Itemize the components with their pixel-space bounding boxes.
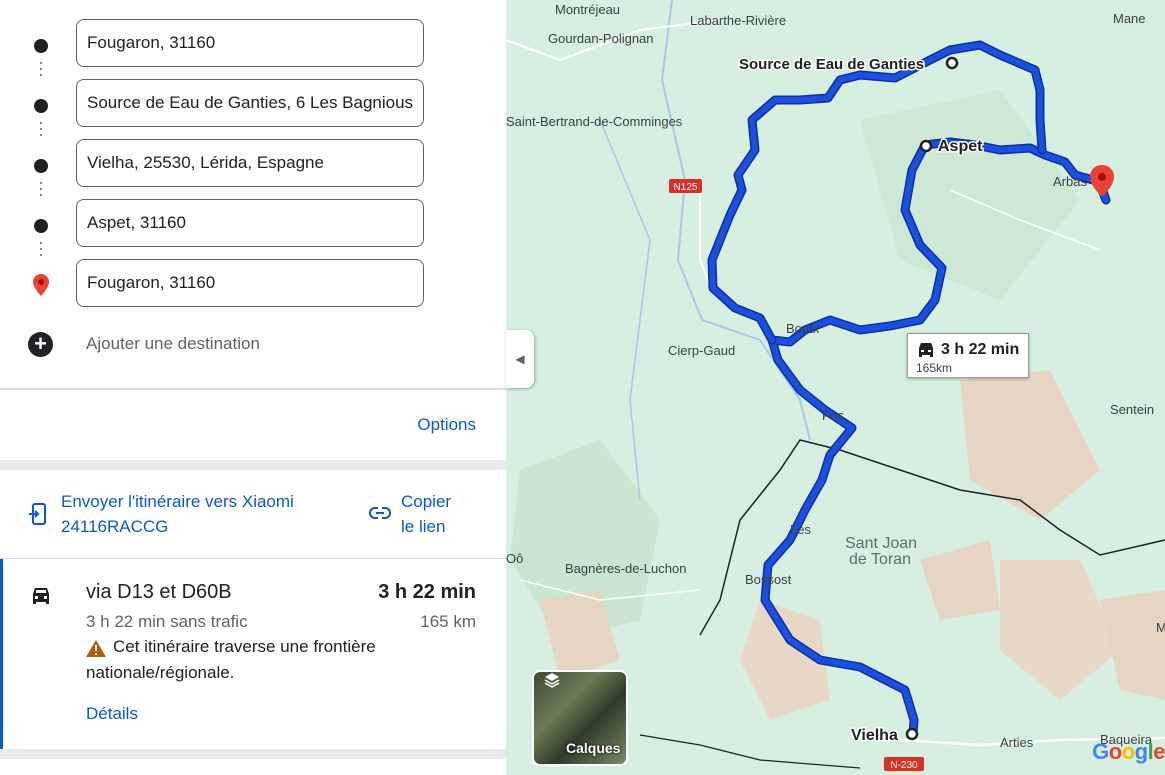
- source-stop-marker[interactable]: [945, 56, 959, 70]
- place-sant-joan-2: de Toran: [849, 551, 911, 568]
- route-distance: 165 km: [420, 612, 476, 631]
- send-line-2: 24116RACCG: [61, 517, 169, 536]
- warning-line-2: nationale/régionale.: [86, 663, 235, 682]
- car-icon: [919, 343, 933, 357]
- place-gourdan: Gourdan-Polignan: [548, 31, 654, 46]
- stop-dot-icon: [31, 36, 51, 53]
- route-no-traffic: 3 h 22 min sans trafic: [86, 612, 248, 631]
- drag-dots[interactable]: [40, 62, 42, 80]
- add-destination-label: Ajouter une destination: [86, 334, 260, 353]
- google-logo: Google: [1092, 739, 1165, 764]
- place-bagneres: Bagnères-de-Luchon: [565, 561, 686, 576]
- place-montrejeau: Montréjeau: [555, 2, 620, 17]
- send-to-phone-icon: [29, 503, 46, 525]
- divider: [0, 388, 506, 390]
- place-arbas: Arbas: [1053, 174, 1087, 189]
- stop-dot-icon: [31, 216, 51, 233]
- directions-panel: Fougaron, 31160 Source de Eau de Ganties…: [0, 0, 506, 775]
- copy-link-button[interactable]: Copier le lien: [401, 489, 451, 539]
- section-separator: [0, 460, 506, 470]
- route-option-card[interactable]: via D13 et D60B 3 h 22 min 3 h 22 min sa…: [0, 559, 506, 749]
- stop-input-4[interactable]: Aspet, 31160: [76, 199, 424, 247]
- place-vielha: Vielha: [851, 727, 898, 744]
- selected-indicator: [0, 559, 3, 749]
- place-labarthe: Labarthe-Rivière: [690, 13, 786, 28]
- destination-pin-icon: [31, 274, 51, 296]
- layers-label: Calques: [566, 740, 621, 756]
- drag-dots[interactable]: [40, 242, 42, 260]
- stop-input-2[interactable]: Source de Eau de Ganties, 6 Les Bagnious: [76, 79, 424, 127]
- stop-dot-icon: [31, 156, 51, 173]
- stop-input-1[interactable]: Fougaron, 31160: [76, 19, 424, 67]
- aspet-stop-marker[interactable]: [919, 139, 933, 153]
- place-source: Source de Eau de Ganties: [739, 56, 924, 73]
- place-m: M: [1156, 620, 1165, 635]
- map-svg: N125 N-230 Montréjeau Labarthe-Rivière M…: [506, 0, 1165, 771]
- route-via: via D13 et D60B: [86, 581, 232, 603]
- callout-duration: 3 h 22 min: [941, 341, 1020, 358]
- place-fos: Fos: [822, 408, 844, 423]
- layers-button[interactable]: Calques: [532, 670, 628, 766]
- details-link[interactable]: Détails: [86, 704, 138, 724]
- road-label-n230: N-230: [890, 760, 918, 771]
- drag-dots[interactable]: [40, 122, 42, 140]
- plus-icon: +: [28, 332, 53, 357]
- link-icon: [369, 507, 391, 519]
- road-label-n125: N125: [674, 182, 698, 193]
- place-cierp: Cierp-Gaud: [668, 343, 735, 358]
- place-sant-joan-1: Sant Joan: [845, 535, 917, 552]
- car-icon: [33, 588, 49, 604]
- place-arties: Arties: [1000, 735, 1034, 750]
- place-aspet: Aspet: [938, 138, 983, 155]
- place-sentein: Sentein: [1110, 402, 1154, 417]
- warning-icon: [86, 640, 106, 657]
- copy-line-2: le lien: [401, 517, 446, 536]
- place-saint-bertrand: Saint-Bertrand-de-Comminges: [506, 114, 683, 129]
- route-duration: 3 h 22 min: [378, 581, 476, 603]
- drag-dots[interactable]: [40, 182, 42, 200]
- route-duration-callout[interactable]: 3 h 22 min 165km: [907, 333, 1029, 378]
- send-to-phone-link[interactable]: Envoyer l'itinéraire vers Xiaomi 24116RA…: [61, 489, 294, 539]
- callout-distance: 165km: [916, 361, 953, 375]
- collapse-panel-button[interactable]: ◀: [506, 330, 534, 388]
- options-button[interactable]: Options: [417, 415, 476, 435]
- map-canvas[interactable]: N125 N-230 Montréjeau Labarthe-Rivière M…: [506, 0, 1165, 775]
- add-destination-button[interactable]: + Ajouter une destination: [28, 332, 260, 357]
- vielha-stop-marker[interactable]: [905, 727, 919, 741]
- place-oo: Oô: [506, 551, 523, 566]
- place-mane: Mane: [1113, 11, 1146, 26]
- destination-pin-icon[interactable]: [1090, 165, 1114, 197]
- send-line-1: Envoyer l'itinéraire vers Xiaomi: [61, 492, 294, 511]
- place-les: Les: [790, 522, 811, 537]
- stop-input-5[interactable]: Fougaron, 31160: [76, 259, 424, 307]
- place-bossost: Bossost: [745, 572, 792, 587]
- share-row: Envoyer l'itinéraire vers Xiaomi 24116RA…: [0, 470, 506, 558]
- warning-line-1: Cet itinéraire traverse une frontière: [113, 637, 376, 656]
- stop-input-3[interactable]: Vielha, 25530, Lérida, Espagne: [76, 139, 424, 187]
- section-separator: [0, 749, 506, 759]
- stop-dot-icon: [31, 96, 51, 113]
- copy-line-1: Copier: [401, 492, 452, 511]
- place-boutx: Boutx: [786, 321, 820, 336]
- layers-icon: [544, 673, 560, 688]
- chevron-left-icon: ◀: [515, 352, 525, 366]
